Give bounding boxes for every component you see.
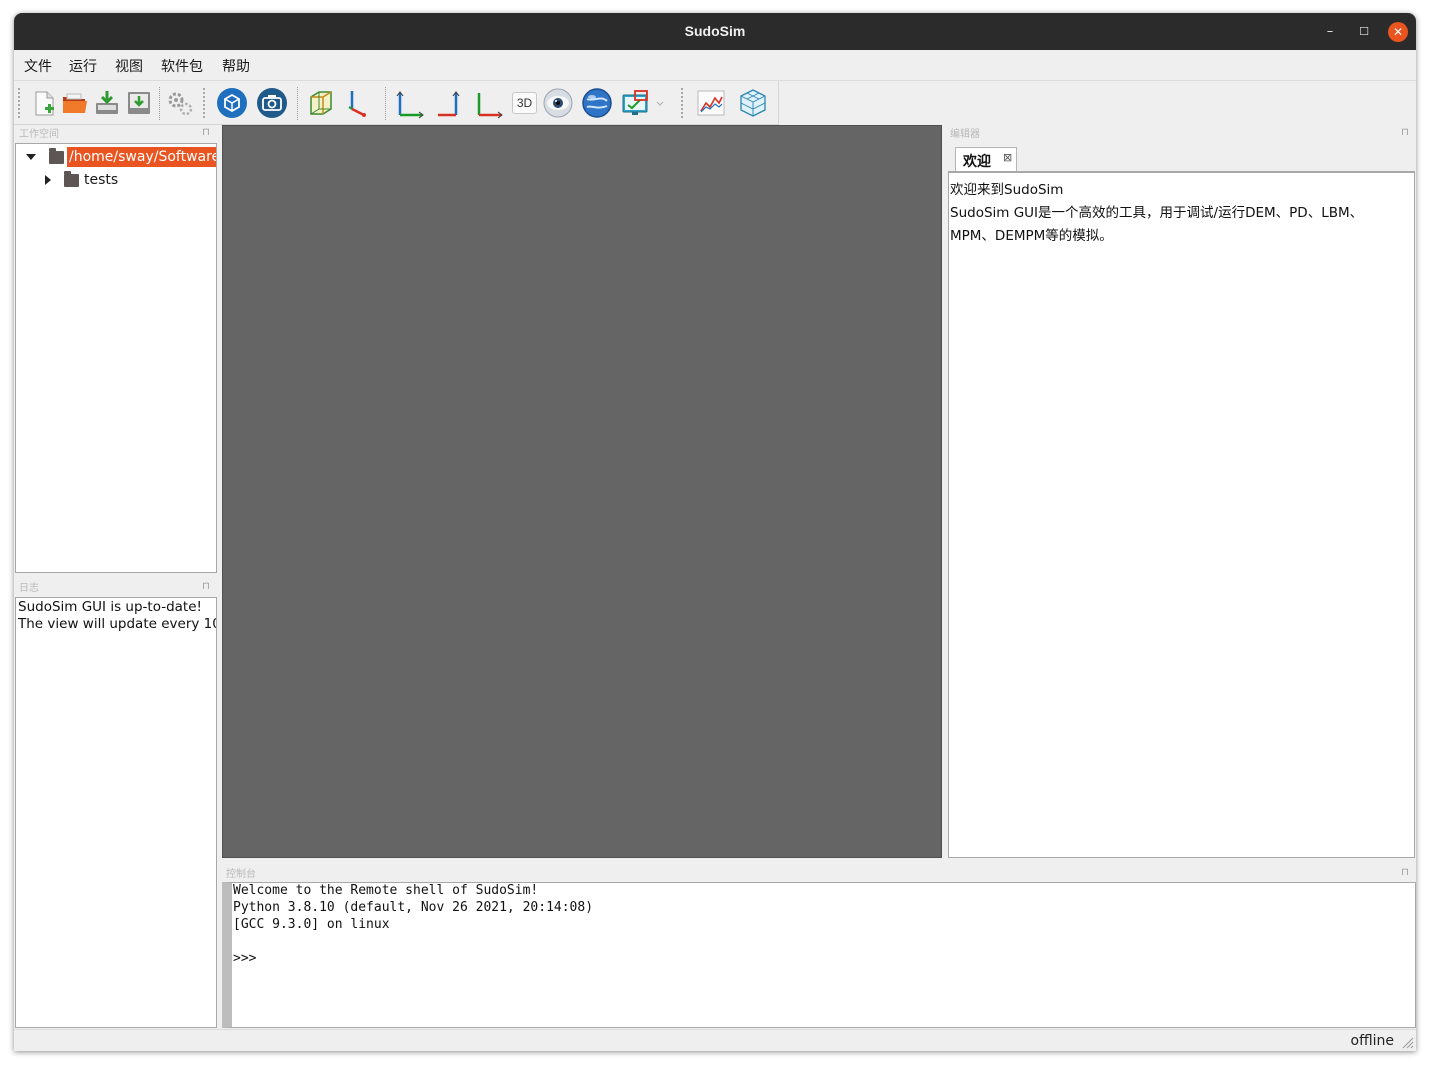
- camera-eye-button[interactable]: [542, 87, 574, 119]
- toolbar-separator: [385, 87, 388, 120]
- axis-zx-icon: [477, 93, 503, 119]
- log-line: The view will update every 100: [18, 616, 217, 632]
- toolbar-separator: [297, 87, 300, 120]
- window-title: SudoSim: [684, 23, 746, 39]
- chevron-down-icon[interactable]: [26, 154, 36, 160]
- close-button[interactable]: ✕: [1388, 22, 1408, 42]
- view-3d-icon: 3D: [512, 92, 537, 114]
- view-3d-button[interactable]: 3D: [510, 87, 542, 119]
- tree-item-tests[interactable]: tests: [84, 170, 118, 190]
- editor-line: SudoSim GUI是一个高效的工具，用于调试/运行DEM、PD、LBM、: [950, 205, 1364, 221]
- log-line: SudoSim GUI is up-to-date!: [18, 599, 202, 615]
- console-line: Python 3.8.10 (default, Nov 26 2021, 20:…: [233, 900, 594, 915]
- render-viewport[interactable]: [222, 125, 942, 858]
- tab-close-icon[interactable]: ⊠: [1003, 151, 1012, 164]
- toolbar-grip[interactable]: [681, 88, 685, 118]
- cube-badge-icon: [217, 88, 247, 118]
- axis-xz-icon: [348, 91, 366, 117]
- export-icon: [128, 92, 150, 114]
- toolbar: 3D: [14, 81, 779, 125]
- globe-button[interactable]: [581, 87, 613, 119]
- wireframe-button[interactable]: [305, 87, 337, 119]
- main-window: SudoSim – ☐ ✕ 文件 运行 视图 软件包 帮助 3D 工作空间 ⊓ …: [14, 13, 1416, 1051]
- log-pin-icon[interactable]: ⊓: [202, 581, 210, 593]
- workspace-pin-icon[interactable]: ⊓: [202, 127, 210, 139]
- resize-grip-icon[interactable]: [1400, 1035, 1414, 1049]
- status-bar: offline: [14, 1029, 1416, 1051]
- tree-item-root-label: /home/sway/Software: [69, 149, 217, 165]
- minimize-button[interactable]: –: [1320, 22, 1340, 42]
- settings-gears-icon: [168, 92, 193, 116]
- globe-icon: [582, 88, 612, 118]
- new-file-icon: [35, 91, 54, 116]
- folder-icon: [64, 171, 79, 187]
- menu-view[interactable]: 视图: [115, 56, 143, 76]
- connection-status: offline: [1350, 1033, 1394, 1049]
- plot-button[interactable]: [695, 87, 727, 119]
- toolbar-grip[interactable]: [203, 88, 207, 118]
- folder-icon: [49, 148, 64, 164]
- axis-yz-icon: [438, 91, 460, 117]
- editor-line: 欢迎来到SudoSim: [950, 182, 1064, 198]
- wireframe-box-icon: [310, 91, 332, 115]
- axis-xy-button[interactable]: [394, 87, 426, 119]
- menu-packages[interactable]: 软件包: [161, 56, 203, 76]
- title-bar[interactable]: SudoSim – ☐ ✕: [14, 13, 1416, 50]
- toolbar-separator: [159, 87, 162, 120]
- mesh-button[interactable]: [737, 87, 769, 119]
- eye-icon: [543, 88, 573, 118]
- monitor-icon: [622, 90, 664, 115]
- grid-cube-icon: [740, 89, 766, 117]
- open-folder-icon: [63, 93, 87, 113]
- workspace-dock-title: 工作空间: [19, 129, 59, 140]
- import-button[interactable]: [91, 87, 123, 119]
- screenshot-button[interactable]: [256, 87, 288, 119]
- settings-button[interactable]: [164, 87, 196, 119]
- axis-yz-button[interactable]: [434, 87, 466, 119]
- open-folder-button[interactable]: [59, 87, 91, 119]
- console-panel[interactable]: Welcome to the Remote shell of SudoSim! …: [222, 882, 1416, 1028]
- chart-icon: [697, 90, 725, 116]
- tab-welcome[interactable]: 欢迎 ⊠: [955, 147, 1017, 171]
- console-line: Welcome to the Remote shell of SudoSim!: [233, 883, 539, 898]
- log-dock-title: 日志: [19, 583, 39, 594]
- tree-item-tests-label: tests: [84, 172, 119, 188]
- display-settings-button[interactable]: [620, 87, 664, 119]
- axis-xz-button[interactable]: [344, 87, 376, 119]
- console-line: [GCC 9.3.0] on linux: [233, 917, 390, 932]
- workspace-tree[interactable]: /home/sway/Software tests: [15, 143, 217, 573]
- log-panel[interactable]: SudoSim GUI is up-to-date! The view will…: [15, 597, 217, 1028]
- axis-xy-icon: [396, 91, 424, 119]
- menu-bar: 文件 运行 视图 软件包 帮助: [14, 50, 1416, 81]
- tab-welcome-label: 欢迎: [963, 154, 991, 170]
- new-file-button[interactable]: [28, 87, 60, 119]
- axis-zx-button[interactable]: [473, 87, 505, 119]
- menu-run[interactable]: 运行: [69, 56, 97, 76]
- toolbar-grip[interactable]: [18, 88, 22, 118]
- console-pin-icon[interactable]: ⊓: [1401, 867, 1409, 879]
- menu-help[interactable]: 帮助: [222, 56, 250, 76]
- editor-dock-title: 编辑器: [950, 129, 980, 140]
- camera-icon: [257, 88, 287, 118]
- editor-tab-bar: 欢迎 ⊠: [948, 143, 1415, 172]
- menu-file[interactable]: 文件: [24, 56, 52, 76]
- tree-item-root[interactable]: /home/sway/Software: [67, 147, 217, 167]
- cube-view-button[interactable]: [216, 87, 248, 119]
- maximize-button[interactable]: ☐: [1354, 22, 1374, 42]
- editor-line: MPM、DEMPM等的模拟。: [950, 228, 1113, 244]
- console-prompt[interactable]: >>>: [233, 951, 256, 966]
- chevron-right-icon[interactable]: [45, 175, 51, 185]
- export-button[interactable]: [123, 87, 155, 119]
- editor-text-area[interactable]: 欢迎来到SudoSim SudoSim GUI是一个高效的工具，用于调试/运行D…: [948, 172, 1415, 858]
- editor-pin-icon[interactable]: ⊓: [1401, 127, 1409, 139]
- console-dock-title: 控制台: [226, 869, 256, 880]
- import-icon: [96, 91, 118, 114]
